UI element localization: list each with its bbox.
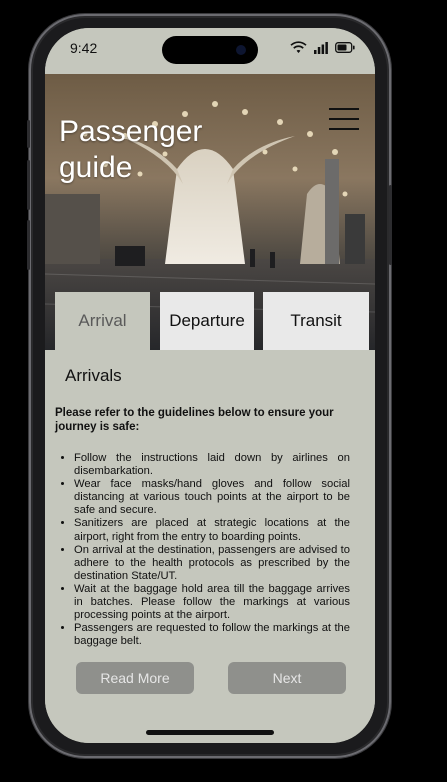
volume-up-button bbox=[27, 160, 30, 210]
next-button[interactable]: Next bbox=[228, 662, 346, 694]
tab-arrival[interactable]: Arrival bbox=[55, 292, 150, 350]
tab-bar: Arrival Departure Transit bbox=[45, 292, 375, 350]
status-bar: 9:42 bbox=[45, 28, 375, 74]
camera-icon bbox=[236, 45, 246, 55]
menu-line bbox=[329, 108, 359, 110]
silent-switch bbox=[27, 120, 30, 148]
guidelines-intro: Please refer to the guidelines below to … bbox=[55, 407, 334, 433]
battery-icon bbox=[335, 42, 355, 53]
tab-transit[interactable]: Transit bbox=[263, 292, 369, 350]
wifi-icon bbox=[290, 41, 307, 53]
list-item: Wear face masks/hand gloves and follow s… bbox=[74, 478, 350, 517]
page-title: Passenger guide bbox=[59, 114, 202, 186]
list-item: On arrival at the destination, passenger… bbox=[74, 544, 350, 583]
list-item: Sanitizers are placed at strategic locat… bbox=[74, 517, 350, 543]
app-screen: 9:42 Passenger guide Arrival Departure T… bbox=[45, 28, 375, 743]
menu-line bbox=[329, 118, 359, 120]
status-time: 9:42 bbox=[70, 40, 98, 56]
hamburger-menu-icon[interactable] bbox=[329, 108, 359, 130]
dynamic-island bbox=[162, 36, 258, 64]
menu-line bbox=[329, 128, 359, 130]
list-item: Wait at the baggage hold area till the b… bbox=[74, 583, 350, 622]
status-icons bbox=[290, 41, 355, 54]
read-more-button[interactable]: Read More bbox=[76, 662, 194, 694]
page-title-line2: guide bbox=[59, 151, 133, 184]
tab-departure[interactable]: Departure bbox=[160, 292, 254, 350]
list-item: Passengers are requested to follow the m… bbox=[74, 622, 350, 648]
home-indicator bbox=[146, 730, 274, 735]
signal-icon bbox=[314, 41, 328, 54]
page-title-line1: Passenger bbox=[59, 115, 203, 148]
volume-down-button bbox=[27, 220, 30, 270]
section-title: Arrivals bbox=[65, 366, 122, 385]
list-item: Follow the instructions laid down by air… bbox=[74, 452, 350, 478]
power-button bbox=[389, 185, 392, 265]
guidelines-list: Follow the instructions laid down by air… bbox=[57, 452, 350, 648]
